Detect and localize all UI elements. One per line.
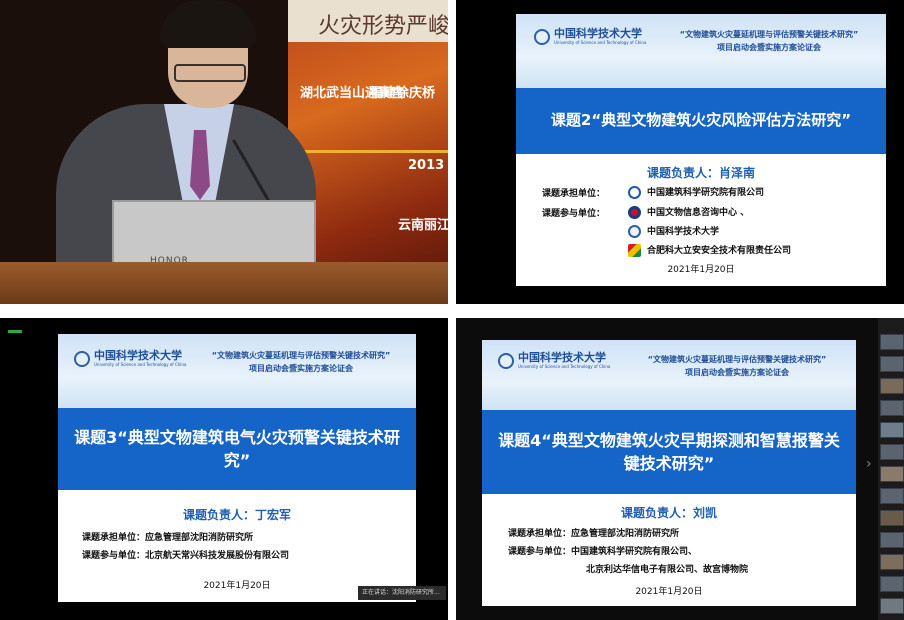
undertaker-label: 课题承担单位：	[542, 189, 606, 199]
slide-topic4: 中国科学技术大学 University of Science and Techn…	[482, 340, 856, 606]
meeting-title: “文物建筑火灾蔓延机理与评估预警关键技术研究”	[647, 355, 827, 364]
glasses	[174, 64, 246, 82]
participant-thumbnail[interactable]	[880, 356, 904, 372]
meeting-title: “文物建筑火灾蔓延机理与评估预警关键技术研究”	[211, 351, 391, 360]
slide-topic2-frame: 中国科学技术大学 University of Science and Techn…	[456, 0, 904, 304]
slide-header: 中国科学技术大学 University of Science and Techn…	[482, 340, 856, 410]
meeting-subtitle: 项目启动会暨实施方案论证会	[249, 364, 353, 373]
speaking-indicator	[8, 330, 22, 333]
topic-title: 课题3“典型文物建筑电气火灾预警关键技术研究”	[58, 408, 416, 490]
participant-thumbnail[interactable]	[880, 378, 904, 394]
slide-topic3-frame: 中国科学技术大学 University of Science and Techn…	[0, 318, 448, 620]
topic-leader: 课题负责人：刘凯	[620, 506, 717, 520]
participant-thumbnail[interactable]	[880, 576, 904, 592]
topic-title: 课题4“典型文物建筑火灾早期探测和智慧报警关键技术研究”	[482, 410, 856, 494]
podium	[0, 262, 448, 304]
undertaker-org: 中国建筑科学研究院有限公司	[628, 185, 764, 199]
undertaker-row: 课题承担单位：应急管理部沈阳消防研究所	[508, 529, 680, 539]
slide-topic2: 中国科学技术大学 University of Science and Techn…	[516, 14, 886, 286]
slide-date: 2021年1月20日	[635, 587, 703, 597]
participant-row: 课题参与单位：北京航天常兴科技发展股份有限公司	[82, 551, 290, 561]
video-caption: 正在讲话：沈阳消防研究所...	[358, 586, 446, 600]
university-seal-icon	[498, 352, 514, 369]
background-screen-title: 火灾形势严峻	[318, 14, 448, 39]
next-arrow-icon[interactable]: ›	[866, 456, 872, 472]
participant-row-cont: 北京利达华信电子有限公司、故宫博物院	[586, 565, 749, 575]
topic-leader: 课题负责人：肖泽南	[646, 166, 755, 180]
university-seal-icon	[74, 350, 90, 367]
cabr-logo-icon	[628, 186, 641, 199]
participant-thumbnail[interactable]	[880, 466, 904, 482]
participant-org: 中国文物信息咨询中心 、	[628, 205, 749, 219]
participant-thumbnail[interactable]	[880, 400, 904, 416]
participant-thumbnail[interactable]	[880, 532, 904, 548]
participant-org: 中国科学技术大学	[628, 224, 719, 238]
participant-thumbnail[interactable]	[880, 598, 904, 614]
undertaker-row: 课题承担单位：应急管理部沈阳消防研究所	[82, 533, 254, 543]
timeline-line	[300, 150, 448, 153]
topic-title: 课题2“典型文物建筑火灾风险评估方法研究”	[516, 88, 886, 154]
participant-thumbnail[interactable]	[880, 554, 904, 570]
topic-leader: 课题负责人：丁宏军	[182, 508, 291, 522]
meeting-title: “文物建筑火灾蔓延机理与评估预警关键技术研究”	[679, 30, 859, 39]
university-logo: 中国科学技术大学 University of Science and Techn…	[534, 28, 646, 45]
participant-thumbnail[interactable]	[880, 444, 904, 460]
participant-thumbnail[interactable]	[880, 488, 904, 504]
slide-header: 中国科学技术大学 University of Science and Techn…	[516, 14, 886, 88]
meeting-subtitle: 项目启动会暨实施方案论证会	[717, 43, 821, 52]
slide-date: 2021年1月20日	[667, 265, 735, 275]
participant-thumbnail[interactable]	[880, 334, 904, 350]
university-logo: 中国科学技术大学 University of Science and Techn…	[498, 352, 610, 369]
university-logo: 中国科学技术大学 University of Science and Techn…	[74, 350, 186, 367]
slide-topic3: 中国科学技术大学 University of Science and Techn…	[58, 334, 416, 602]
university-seal-icon	[534, 28, 550, 45]
meeting-subtitle: 项目启动会暨实施方案论证会	[685, 368, 789, 377]
slide-topic4-frame: 中国科学技术大学 University of Science and Techn…	[456, 318, 904, 620]
speaker-hair	[160, 0, 256, 48]
liangan-logo-icon	[628, 244, 641, 257]
ccchi-logo-icon	[628, 206, 641, 219]
participant-thumbnail[interactable]	[880, 510, 904, 526]
speaker-photo: 火灾形势严峻 湖北武当山遇真宫 福建徐庆桥 2013 云南丽江古城 HONOR	[0, 0, 448, 304]
background-label: 云南丽江古城	[398, 218, 448, 233]
participant-label: 课题参与单位：	[542, 209, 606, 219]
participant-org: 合肥科大立安安全技术有限责任公司	[628, 243, 791, 257]
background-label: 2013	[408, 158, 445, 173]
background-label: 福建徐庆桥	[370, 86, 436, 101]
ustc-logo-icon	[628, 225, 641, 238]
slide-header: 中国科学技术大学 University of Science and Techn…	[58, 334, 416, 408]
participant-thumbnail[interactable]	[880, 422, 904, 438]
participant-row: 课题参与单位：中国建筑科学研究院有限公司、	[508, 547, 698, 557]
